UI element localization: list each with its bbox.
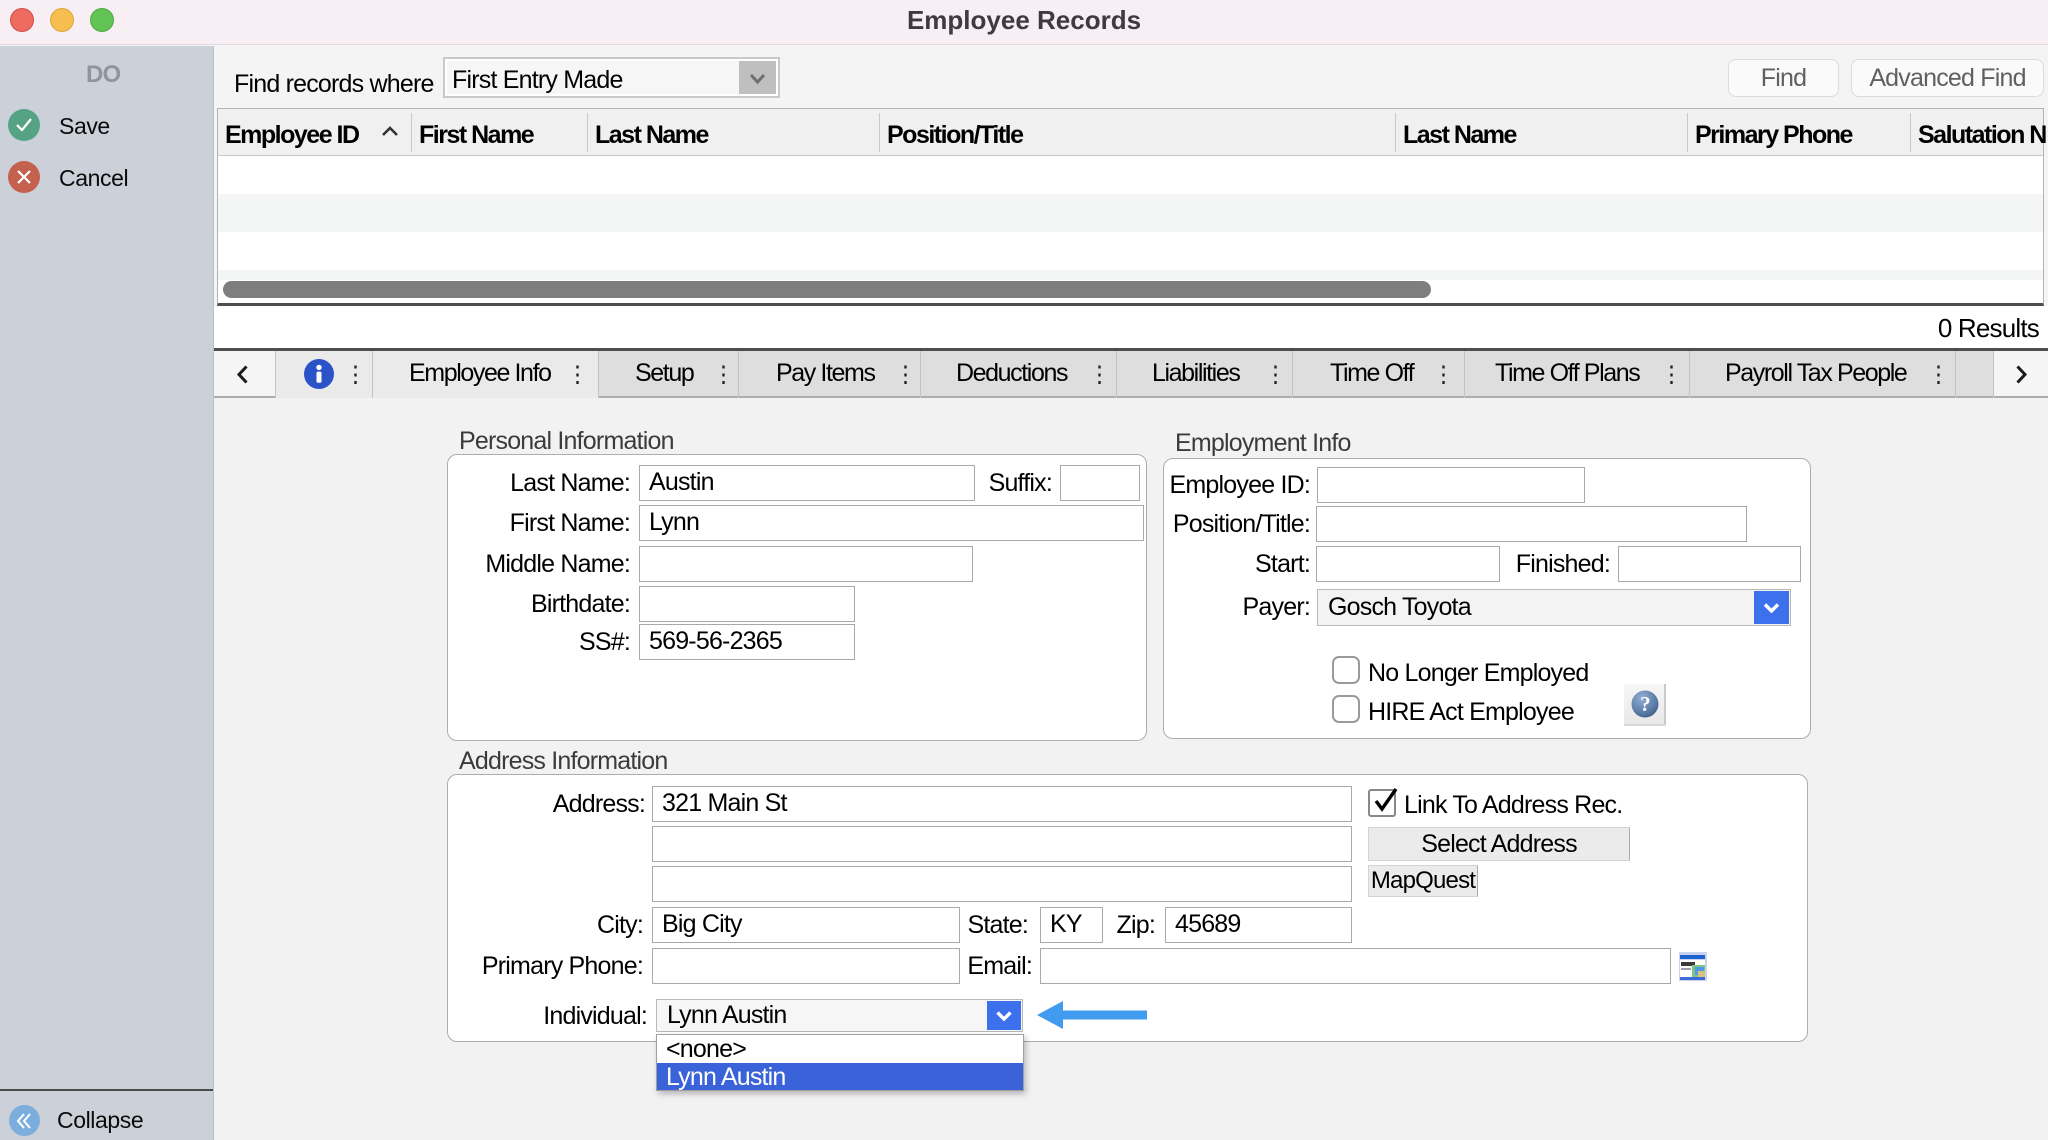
svg-text:?: ? [1640,692,1650,716]
